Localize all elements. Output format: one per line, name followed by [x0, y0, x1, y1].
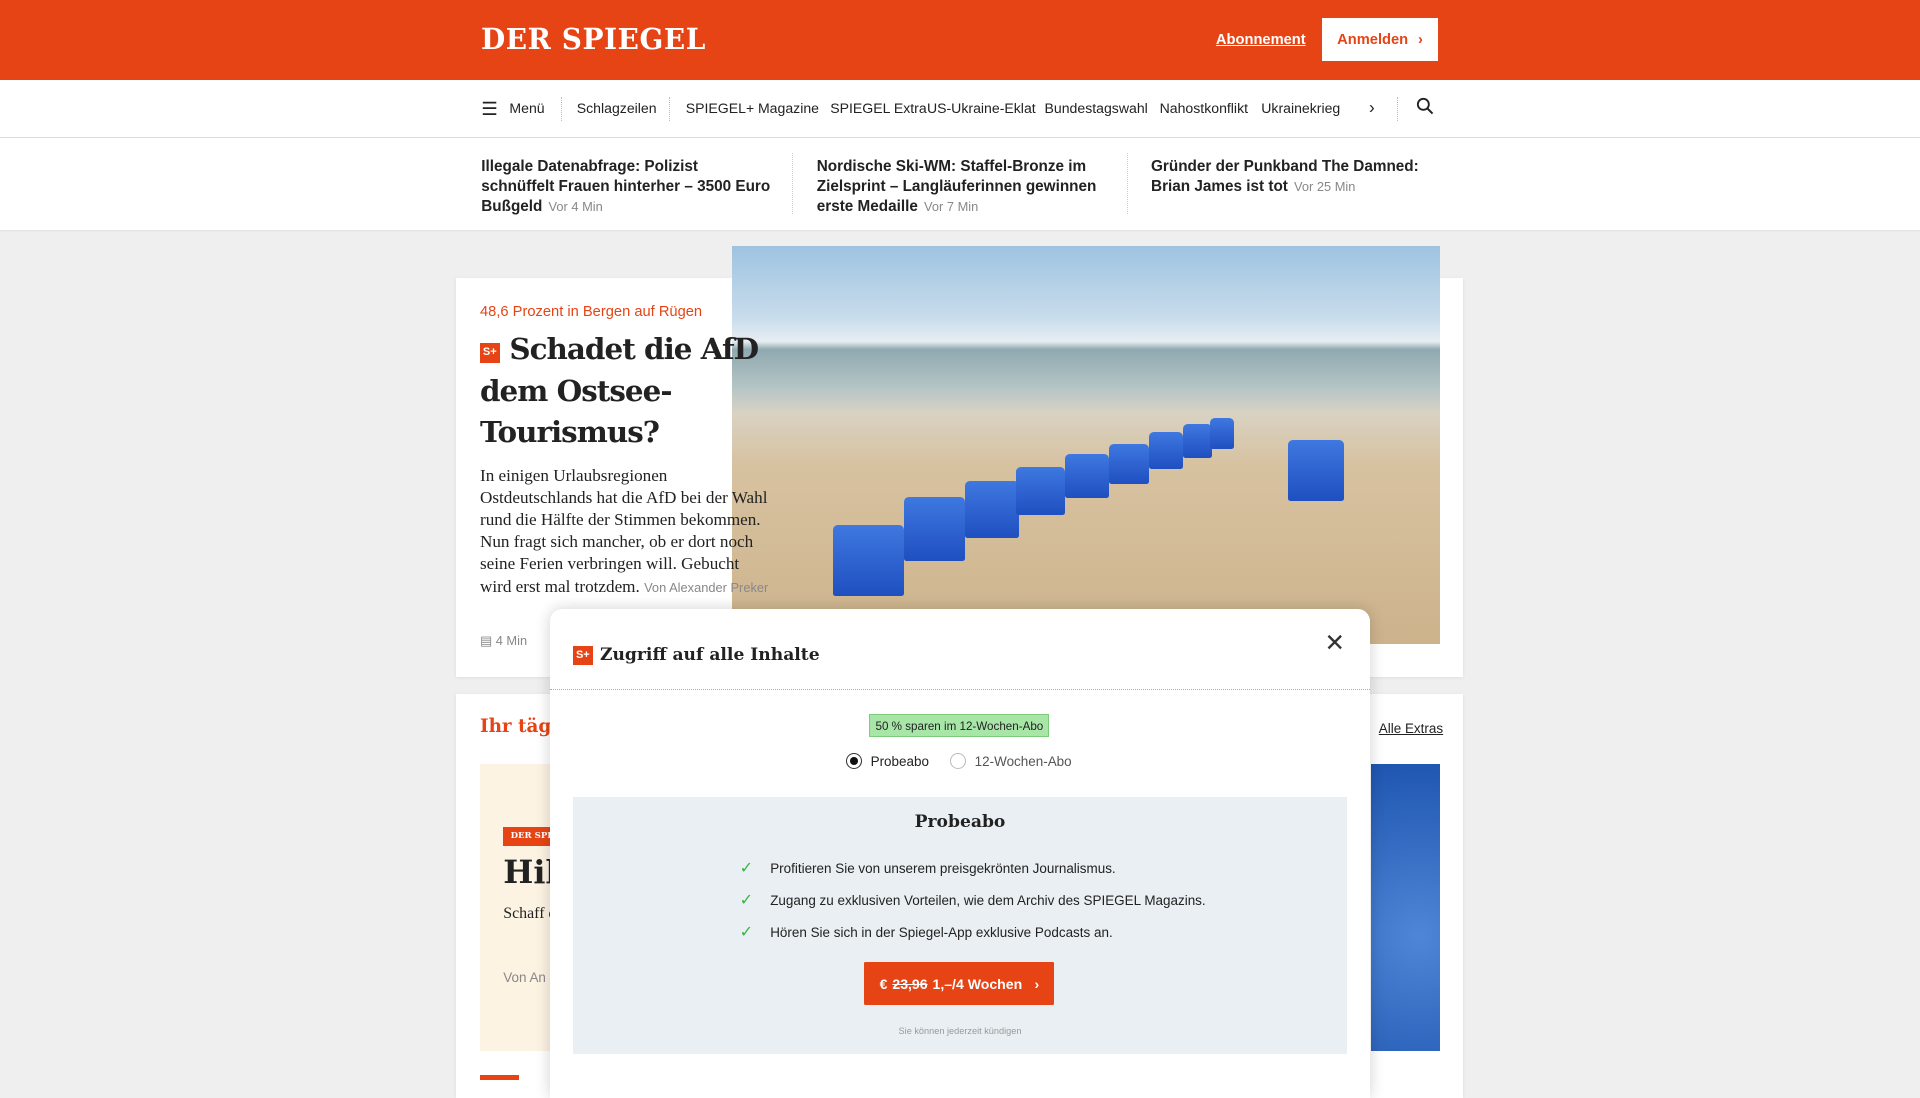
dialog-title: S+ Zugriff auf alle Inhalte: [573, 645, 820, 665]
beach-chair: [1182, 423, 1213, 458]
radio-label: 12-Wochen-Abo: [974, 753, 1072, 769]
nav-item-nahostkonflikt[interactable]: Nahostkonflikt: [1160, 100, 1248, 116]
headline-teasers: Illegale Datenabfrage: Polizist schnüffe…: [0, 138, 1920, 231]
feature-text: Profitieren Sie von unserem preisgekrönt…: [770, 860, 1116, 876]
spiegel-logo[interactable]: DER SPIEGEL: [481, 21, 706, 56]
beach-chair: [1148, 432, 1183, 469]
teaser-divider: [1126, 153, 1128, 215]
section-marker: [480, 1075, 520, 1080]
feature-text: Hören Sie sich in der Spiegel-App exklus…: [770, 924, 1113, 940]
feature-text: Zugang zu exklusiven Vorteilen, wie dem …: [770, 892, 1206, 908]
nav-menu[interactable]: Menü: [509, 100, 544, 116]
checkmark-icon: ✓: [739, 860, 753, 878]
feature-item: ✓ Zugang zu exklusiven Vorteilen, wie dem…: [740, 890, 1206, 910]
teaser-item[interactable]: Nordische Ski-WM: Staffel-Bronze im Ziel…: [817, 157, 1108, 218]
nav-item-magazine[interactable]: Magazine: [758, 100, 819, 116]
teaser-item[interactable]: Illegale Datenabfrage: Polizist schnüffe…: [481, 157, 772, 218]
teaser-title: Illegale Datenabfrage: Polizist schnüffe…: [481, 157, 771, 216]
cta-currency: €: [879, 975, 888, 992]
radio-probeabo[interactable]: Probeabo: [846, 753, 929, 769]
dialog-title-text: Zugriff auf alle Inhalte: [599, 645, 820, 666]
radio-unselected-icon: [950, 753, 967, 769]
checkmark-icon: ✓: [739, 924, 753, 942]
feature-item: ✓ Profitieren Sie von unserem preisgekrön…: [740, 858, 1116, 878]
site-header: [0, 0, 1920, 80]
cta-price: 1,–/4 Wochen: [932, 975, 1023, 992]
nav-item-schlagzeilen[interactable]: Schlagzeilen: [577, 100, 657, 116]
article-kicker[interactable]: 48,6 Prozent in Bergen auf Rügen: [480, 304, 702, 320]
article-teaser: In einigen Urlaubsregionen Ostdeutschlan…: [480, 465, 774, 598]
spiegel-plus-icon: S+: [573, 645, 593, 666]
spiegel-plus-icon: S+: [480, 343, 500, 364]
article-byline: Von Alexander Preker: [644, 579, 769, 595]
close-icon[interactable]: ✕: [1322, 631, 1346, 656]
radio-selected-icon: [846, 753, 863, 769]
nav-item-ukrainekrieg[interactable]: Ukrainekrieg: [1261, 100, 1340, 116]
document-icon: ▤: [480, 633, 493, 649]
nav-item-spiegel-extra[interactable]: SPIEGEL Extra: [830, 100, 927, 116]
teaser-divider: [792, 153, 794, 215]
beach-chair: [832, 525, 904, 597]
teaser-time: Vor 7 Min: [924, 199, 979, 215]
teaser-body: In einigen Urlaubsregionen Ostdeutschlan…: [480, 466, 768, 596]
chevron-right-icon: ›: [1034, 975, 1040, 992]
beach-chair: [1065, 454, 1110, 499]
beach-chair: [903, 497, 965, 561]
checkmark-icon: ✓: [739, 892, 753, 910]
subscription-link[interactable]: Abonnement: [1216, 32, 1306, 48]
login-label: Anmelden: [1337, 31, 1409, 48]
beach-chair: [1109, 444, 1149, 484]
cancel-note: Sie können jederzeit kündigen: [898, 1026, 1022, 1037]
magazine-byline: Von An: [503, 969, 546, 985]
beach-chair: [964, 481, 1019, 538]
savings-badge: 50 % sparen im 12-Wochen-Abo: [869, 713, 1050, 738]
football-player-image[interactable]: [1371, 764, 1440, 1051]
beach-chair: [1016, 466, 1066, 516]
main-nav: ☰ Menü Schlagzeilen SPIEGEL+ Magazine SP…: [0, 79, 1920, 139]
teaser-item[interactable]: Gründer der Punkband The Damned: Brian J…: [1151, 157, 1442, 197]
dialog-divider: [549, 689, 1371, 691]
offer-title: Probeabo: [914, 811, 1006, 832]
nav-divider: [560, 96, 562, 122]
beach-chair: [1288, 439, 1345, 501]
hamburger-icon[interactable]: ☰: [481, 98, 497, 120]
teaser-time: Vor 4 Min: [548, 199, 603, 215]
chevron-right-icon: ›: [1417, 31, 1423, 48]
beach-chairs-image[interactable]: [732, 246, 1440, 645]
teaser-time: Vor 25 Min: [1294, 178, 1356, 194]
reading-time-value: 4 Min: [495, 633, 528, 649]
teaser-title: Gründer der Punkband The Damned: Brian J…: [1151, 157, 1419, 195]
radio-12-wochen-abo[interactable]: 12-Wochen-Abo: [950, 753, 1072, 769]
all-extras-link[interactable]: Alle Extras: [1379, 721, 1443, 736]
nav-item-us-ukraine[interactable]: US-Ukraine-Eklat: [927, 100, 1036, 116]
subscribe-button[interactable]: €23,96 1,–/4 Wochen ›: [864, 962, 1055, 1006]
nav-divider: [1397, 96, 1398, 122]
cta-old-price: 23,96: [892, 975, 928, 992]
login-button[interactable]: Anmelden ›: [1322, 18, 1438, 62]
search-icon[interactable]: [1416, 97, 1434, 118]
nav-divider: [668, 96, 670, 122]
radio-label: Probeabo: [870, 753, 929, 769]
reading-time: ▤ 4 Min: [480, 633, 527, 649]
nav-item-spiegel-plus[interactable]: SPIEGEL+: [686, 100, 754, 116]
nav-scroll-right-icon[interactable]: ›: [1369, 97, 1375, 118]
article-headline[interactable]: S+ Schadet die AfD dem Ostsee-Tourismus?: [480, 328, 762, 453]
headline-text: Schadet die AfD dem Ostsee-Tourismus?: [480, 331, 759, 450]
nav-item-bundestagswahl[interactable]: Bundestagswahl: [1044, 100, 1147, 116]
beach-chair: [1209, 417, 1235, 450]
feature-item: ✓ Hören Sie sich in der Spiegel-App exklu…: [740, 922, 1113, 942]
